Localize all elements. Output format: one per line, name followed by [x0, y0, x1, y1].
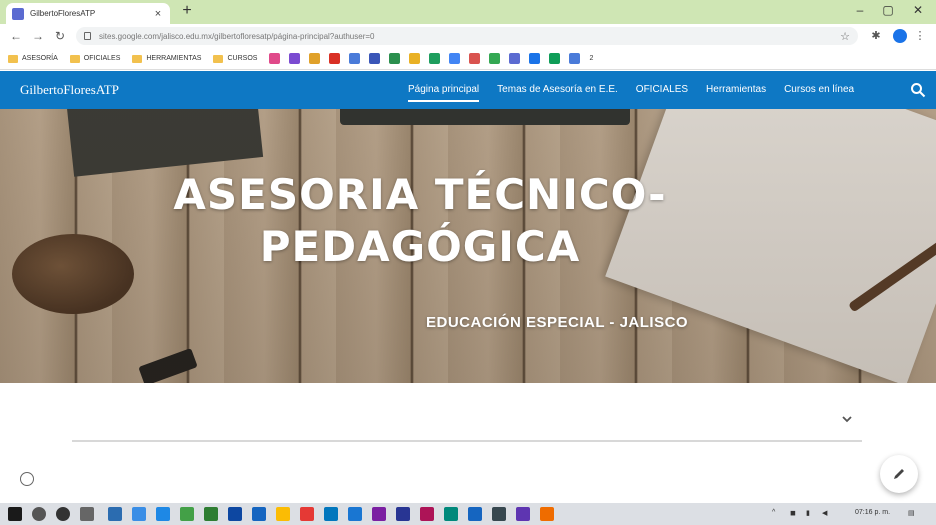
- hero-banner: ASESORIA TÉCNICO- PEDAGÓGICA EDUCACIÓN E…: [0, 109, 936, 383]
- hero-title-line: PEDAGÓGICA: [259, 222, 581, 271]
- app-icon[interactable]: [348, 507, 362, 521]
- site-header: GilbertoFloresATP Página principal Temas…: [0, 71, 936, 109]
- menu-icon[interactable]: ⋮: [912, 28, 928, 44]
- app-icon[interactable]: [516, 507, 530, 521]
- app-icon[interactable]: [108, 507, 122, 521]
- app-icon[interactable]: [396, 507, 410, 521]
- app-icon[interactable]: [300, 507, 314, 521]
- bookmark-icon[interactable]: [569, 53, 581, 64]
- lock-icon: [84, 32, 91, 40]
- hero-subtitle: EDUCACIÓN ESPECIAL - JALISCO: [426, 314, 689, 331]
- info-icon[interactable]: [20, 472, 34, 486]
- search-icon[interactable]: [910, 82, 926, 98]
- app-icon[interactable]: [180, 507, 194, 521]
- nav-home[interactable]: Página principal: [408, 71, 480, 109]
- app-icon[interactable]: [132, 507, 146, 521]
- edit-button[interactable]: [880, 455, 918, 493]
- bookmark-icon[interactable]: [369, 53, 381, 64]
- tray-network-icon[interactable]: ▮: [806, 509, 810, 517]
- bookmark-star-icon[interactable]: ☆: [840, 30, 850, 43]
- task-view-icon[interactable]: [80, 507, 94, 521]
- tray-volume-icon[interactable]: ◀: [822, 509, 827, 517]
- bookmark-icon[interactable]: [529, 53, 541, 64]
- bookmark-label: ASESORÍA: [22, 55, 58, 62]
- app-icon[interactable]: [324, 507, 338, 521]
- bookmark-folder[interactable]: HERRAMIENTAS: [132, 54, 202, 63]
- back-icon[interactable]: ←: [8, 28, 24, 44]
- app-icon[interactable]: [156, 507, 170, 521]
- chrome-icon[interactable]: [276, 507, 290, 521]
- app-icon[interactable]: [204, 507, 218, 521]
- pencil-icon: [894, 469, 904, 479]
- bookmark-icon[interactable]: [549, 53, 561, 64]
- maps-pin-icon[interactable]: [469, 53, 481, 64]
- folder-icon: [132, 54, 143, 63]
- chevron-down-icon[interactable]: [840, 412, 854, 426]
- bookmark-label: OFICIALES: [83, 55, 121, 62]
- hero-title-line: ASESORIA TÉCNICO-: [173, 170, 667, 219]
- address-bar[interactable]: sites.google.com/jalisco.edu.mx/gilberto…: [76, 27, 858, 45]
- minimize-icon[interactable]: –: [852, 3, 868, 17]
- nav-herramientas[interactable]: Herramientas: [706, 71, 766, 109]
- bookmark-folder[interactable]: OFICIALES: [69, 54, 121, 63]
- search-taskbar-icon[interactable]: [32, 507, 46, 521]
- nav-cursos[interactable]: Cursos en línea: [784, 71, 854, 109]
- bookmarks-bar: ASESORÍA OFICIALES HERRAMIENTAS CURSOS 2: [0, 48, 936, 70]
- app-icon[interactable]: [468, 507, 482, 521]
- tray-chevron-icon[interactable]: ^: [772, 509, 775, 516]
- tab-close-icon[interactable]: ×: [152, 8, 164, 20]
- site-title[interactable]: GilbertoFloresATP: [20, 82, 119, 98]
- bookmark-label: HERRAMIENTAS: [146, 55, 202, 62]
- app-icon[interactable]: [492, 507, 506, 521]
- start-icon[interactable]: [8, 507, 22, 521]
- tray-shield-icon[interactable]: ◼: [790, 509, 796, 517]
- bookmark-icon[interactable]: [429, 53, 441, 64]
- site-favicon-icon: [12, 7, 24, 20]
- bookmark-overflow[interactable]: 2: [589, 55, 593, 62]
- bookmark-icon[interactable]: [309, 53, 321, 64]
- clock[interactable]: 07:16 p. m.: [855, 509, 890, 516]
- browser-tab[interactable]: GilbertoFloresATP ×: [6, 3, 170, 24]
- notifications-icon[interactable]: ▤: [908, 509, 915, 517]
- app-icon[interactable]: [444, 507, 458, 521]
- folder-icon: [8, 54, 18, 63]
- forward-icon[interactable]: →: [30, 28, 46, 44]
- tab-title: GilbertoFloresATP: [30, 9, 96, 18]
- nav-oficiales[interactable]: OFICIALES: [636, 71, 688, 109]
- cortana-icon[interactable]: [56, 507, 70, 521]
- bookmark-folder[interactable]: CURSOS: [213, 54, 258, 63]
- app-icon[interactable]: [372, 507, 386, 521]
- browser-tabstrip: GilbertoFloresATP × + – ▢ ✕: [0, 0, 936, 24]
- bookmark-icon[interactable]: [449, 53, 461, 64]
- bookmark-icon[interactable]: [289, 53, 301, 64]
- bookmark-icon[interactable]: [409, 53, 421, 64]
- maximize-icon[interactable]: ▢: [880, 3, 896, 17]
- extensions-icon[interactable]: ✱: [868, 28, 884, 44]
- app-icon[interactable]: [420, 507, 434, 521]
- app-icon[interactable]: [228, 507, 242, 521]
- new-tab-button[interactable]: +: [178, 2, 196, 20]
- reload-icon[interactable]: ↻: [52, 28, 68, 44]
- bookmark-icon[interactable]: [349, 53, 361, 64]
- site-nav: Página principal Temas de Asesoría en E.…: [408, 71, 872, 109]
- bookmark-folder[interactable]: ASESORÍA: [8, 54, 58, 63]
- os-taskbar: ^ ◼ ▮ ◀ 07:16 p. m. ▤: [0, 503, 936, 525]
- gmail-icon[interactable]: [329, 53, 341, 64]
- bookmark-icon[interactable]: [489, 53, 501, 64]
- app-icon[interactable]: [540, 507, 554, 521]
- url-text: sites.google.com/jalisco.edu.mx/gilberto…: [99, 31, 375, 41]
- folder-icon: [213, 54, 224, 63]
- nav-temas[interactable]: Temas de Asesoría en E.E.: [497, 71, 618, 109]
- bookmark-icon[interactable]: [269, 53, 281, 64]
- browser-toolbar: ← → ↻ sites.google.com/jalisco.edu.mx/gi…: [0, 24, 936, 48]
- bookmark-icon[interactable]: [389, 53, 401, 64]
- bookmark-label: CURSOS: [227, 55, 258, 62]
- app-icon[interactable]: [252, 507, 266, 521]
- bookmark-icon[interactable]: [509, 53, 521, 64]
- close-window-icon[interactable]: ✕: [910, 3, 926, 17]
- profile-avatar[interactable]: [893, 29, 907, 43]
- hero-title: ASESORIA TÉCNICO- PEDAGÓGICA: [120, 169, 720, 273]
- collapsible-section[interactable]: [72, 400, 862, 442]
- folder-icon: [69, 54, 80, 63]
